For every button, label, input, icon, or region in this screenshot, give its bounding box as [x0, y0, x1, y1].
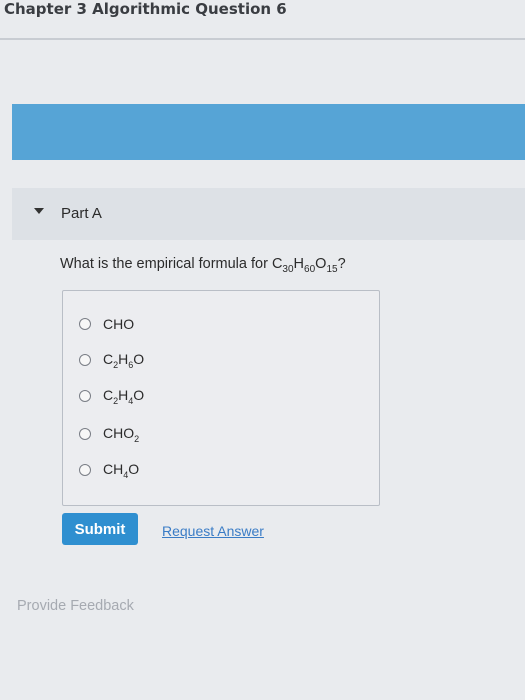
provide-feedback-link[interactable]: Provide Feedback — [17, 598, 134, 614]
option-label: CHO — [103, 316, 134, 332]
question-suffix: ? — [337, 256, 346, 272]
submit-button[interactable]: Submit — [62, 513, 138, 545]
formula-text: C — [103, 350, 114, 367]
option-label: CH4O — [103, 461, 139, 480]
blue-banner — [12, 104, 525, 160]
option-c2h4o[interactable]: C2H4O — [79, 385, 144, 407]
formula-text: CHO — [103, 424, 135, 441]
request-answer-link[interactable]: Request Answer — [162, 523, 264, 539]
option-label: CHO2 — [103, 425, 139, 444]
part-header[interactable]: Part A — [12, 188, 525, 240]
caret-down-icon[interactable] — [34, 208, 44, 214]
part-label: Part A — [61, 205, 102, 222]
formula-text: O — [128, 460, 140, 477]
page-title: Chapter 3 Algorithmic Question 6 — [4, 0, 287, 18]
question-formula: C30H60O15 — [271, 256, 338, 275]
answer-options: CHO C2H6O C2H4O CHO2 CH4O — [62, 290, 380, 506]
formula-text: O — [133, 386, 145, 403]
question-text: What is the empirical formula for C30H60… — [60, 256, 346, 275]
radio-button[interactable] — [79, 318, 91, 330]
formula-text: C — [103, 386, 114, 403]
formula-text: O — [133, 350, 145, 367]
formula-text: CH — [103, 460, 124, 477]
option-label: C2H6O — [103, 351, 144, 370]
option-cho2[interactable]: CHO2 — [79, 423, 139, 445]
formula-text: H — [118, 350, 129, 367]
formula-subscript: 2 — [134, 433, 140, 444]
formula-subscript: 30 — [282, 263, 294, 275]
header-divider — [0, 38, 525, 40]
radio-button[interactable] — [79, 390, 91, 402]
formula-text: CHO — [103, 316, 135, 332]
radio-button[interactable] — [79, 354, 91, 366]
formula-text: C — [271, 256, 283, 272]
option-ch4o[interactable]: CH4O — [79, 459, 139, 481]
formula-subscript: 60 — [304, 263, 316, 275]
question-prefix: What is the empirical formula for — [60, 256, 272, 272]
formula-text: H — [118, 386, 129, 403]
option-c2h6o[interactable]: C2H6O — [79, 349, 144, 371]
formula-text: O — [315, 256, 327, 272]
radio-button[interactable] — [79, 464, 91, 476]
option-label: C2H4O — [103, 387, 144, 406]
radio-button[interactable] — [79, 428, 91, 440]
formula-subscript: 15 — [326, 263, 338, 275]
option-cho[interactable]: CHO — [79, 313, 134, 335]
formula-text: H — [293, 256, 305, 272]
